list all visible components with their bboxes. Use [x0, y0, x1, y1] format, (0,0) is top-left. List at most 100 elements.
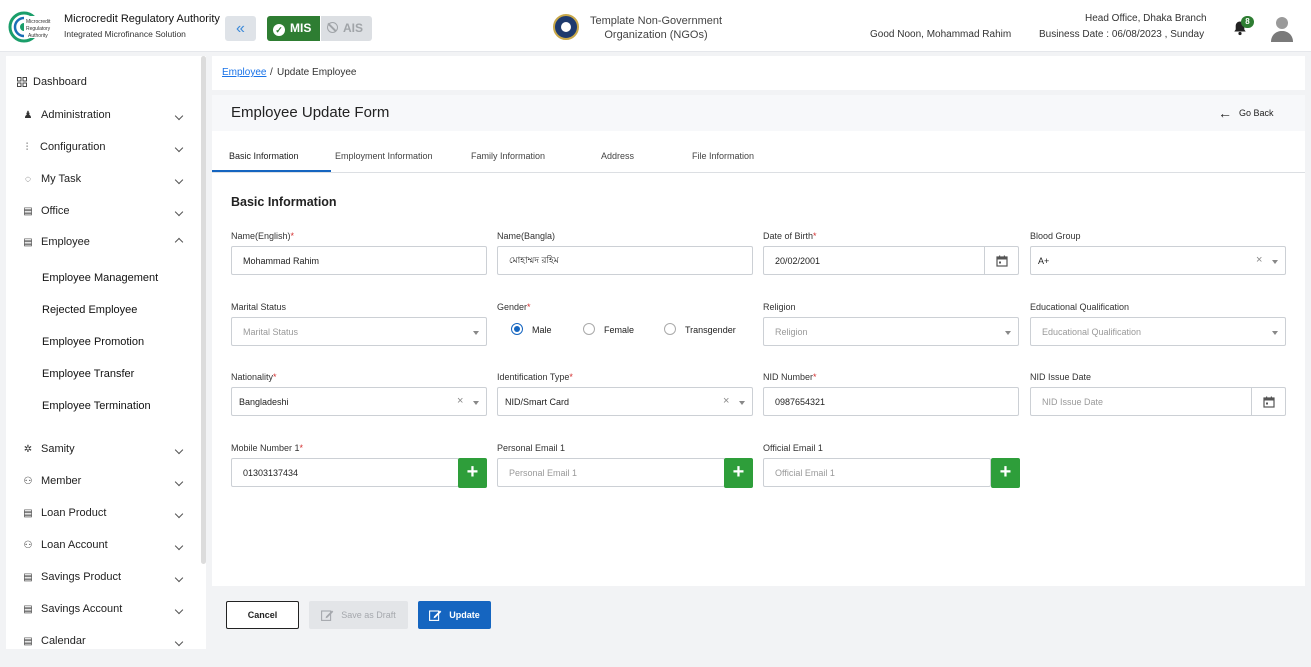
sidebar-item-office[interactable]: ▤ Office: [22, 205, 69, 217]
mobile-number-input[interactable]: 01303137434: [231, 458, 459, 487]
tab-address[interactable]: Address: [601, 151, 634, 161]
calendar-icon[interactable]: [984, 247, 1018, 274]
educational-qualification-select[interactable]: Educational Qualification: [1030, 317, 1286, 346]
active-tab-indicator: [212, 170, 331, 172]
notification-badge: 8: [1241, 16, 1254, 28]
mra-logo: Microcredit Regulatory Authority: [8, 11, 56, 43]
arrow-left-icon: ←: [1218, 105, 1232, 121]
breadcrumb-current: Update Employee: [277, 67, 357, 78]
sidebar-subitem-employee-termination[interactable]: Employee Termination: [42, 400, 151, 412]
member-icon: ⚇: [23, 475, 33, 487]
religion-label: Religion: [763, 302, 796, 312]
nationality-select[interactable]: Bangladeshi: [231, 387, 487, 416]
government-emblem: [553, 14, 579, 40]
sidebar-item-my-task[interactable]: ◌ My Task: [22, 173, 81, 185]
tab-family-information[interactable]: Family Information: [471, 151, 545, 161]
calendar-icon[interactable]: [1251, 388, 1285, 415]
collapse-sidebar-button[interactable]: «: [225, 16, 256, 41]
educational-qualification-label: Educational Qualification: [1030, 302, 1130, 312]
section-title: Basic Information: [231, 195, 337, 209]
save-as-draft-button[interactable]: Save as Draft: [309, 601, 408, 629]
dropdown-arrow-icon: [739, 401, 745, 405]
sliders-icon: ⫶: [25, 141, 29, 153]
edit-icon: [321, 610, 334, 621]
identification-type-select[interactable]: NID/Smart Card: [497, 387, 753, 416]
sidebar-item-administration[interactable]: ♟ Administration: [22, 109, 111, 121]
greeting-text: Good Noon, Mohammad Rahim: [870, 29, 1012, 40]
sidebar-item-loan-account[interactable]: ⚇ Loan Account: [22, 539, 108, 551]
sidebar-item-employee[interactable]: ▤ Employee: [22, 236, 90, 248]
name-english-input[interactable]: Mohammad Rahim: [231, 246, 487, 275]
add-personal-email-button[interactable]: +: [724, 458, 753, 488]
mobile-number-label: Mobile Number 1*: [231, 443, 304, 453]
sidebar-item-savings-account[interactable]: ▤ Savings Account: [22, 603, 122, 615]
gender-female-label: Female: [604, 325, 635, 335]
personal-email-label: Personal Email 1: [497, 443, 566, 453]
breadcrumb-employee-link[interactable]: Employee: [222, 67, 266, 78]
dropdown-arrow-icon: [473, 331, 479, 335]
gender-transgender-radio[interactable]: [664, 323, 676, 335]
sidebar-subitem-employee-management[interactable]: Employee Management: [42, 272, 158, 284]
sidebar-scrollbar[interactable]: [201, 56, 206, 564]
personal-email-input[interactable]: Personal Email 1: [497, 458, 725, 487]
sidebar-item-samity[interactable]: ✲ Samity: [22, 443, 75, 455]
clear-icon[interactable]: ×: [457, 395, 463, 407]
nid-issue-date-label: NID Issue Date: [1030, 372, 1092, 382]
loan-account-icon: ⚇: [23, 539, 33, 551]
sidebar-item-loan-product[interactable]: ▤ Loan Product: [22, 507, 106, 519]
cancel-button[interactable]: Cancel: [226, 601, 299, 629]
tab-file-information[interactable]: File Information: [692, 151, 754, 161]
user-avatar-icon[interactable]: [1270, 15, 1294, 42]
sidebar-item-dashboard[interactable]: Dashboard: [16, 76, 87, 88]
brand-subtitle: Integrated Microfinance Solution: [64, 29, 186, 39]
sidebar-item-savings-product[interactable]: ▤ Savings Product: [22, 571, 121, 583]
marital-status-select[interactable]: Marital Status: [231, 317, 487, 346]
religion-select[interactable]: Religion: [763, 317, 1019, 346]
sidebar-item-member[interactable]: ⚇ Member: [22, 475, 82, 487]
ban-icon: [327, 22, 338, 33]
official-email-label: Official Email 1: [763, 443, 823, 453]
page-title: Employee Update Form: [231, 104, 390, 121]
add-mobile-button[interactable]: +: [458, 458, 487, 488]
nid-number-input[interactable]: 0987654321: [763, 387, 1019, 416]
employee-icon: ▤: [23, 236, 33, 248]
marital-status-label: Marital Status: [231, 302, 287, 312]
nationality-label: Nationality*: [231, 372, 277, 382]
sidebar-item-configuration[interactable]: ⫶ Configuration: [21, 141, 106, 153]
gender-transgender-label: Transgender: [685, 325, 736, 335]
dropdown-arrow-icon: [1272, 331, 1278, 335]
clear-icon[interactable]: ×: [723, 395, 729, 407]
sidebar-item-calendar[interactable]: ▤ Calendar: [22, 635, 85, 647]
grid-icon: [16, 76, 28, 88]
sidebar-subitem-employee-transfer[interactable]: Employee Transfer: [42, 368, 134, 380]
name-bangla-input[interactable]: মোহাম্মদ রহিম: [497, 246, 753, 275]
blood-group-label: Blood Group: [1030, 231, 1081, 241]
dob-label: Date of Birth*: [763, 231, 817, 241]
update-button[interactable]: Update: [418, 601, 491, 629]
gender-male-radio[interactable]: [511, 323, 523, 335]
go-back-button[interactable]: ← Go Back: [1218, 105, 1274, 121]
nid-issue-date-input[interactable]: NID Issue Date: [1030, 387, 1286, 416]
sidebar-subitem-rejected-employee[interactable]: Rejected Employee: [42, 304, 137, 316]
tabs-divider: [212, 172, 1305, 173]
organization-name: Template Non-Government Organization (NGO…: [589, 15, 723, 41]
clear-icon[interactable]: ×: [1256, 254, 1262, 266]
official-email-input[interactable]: Official Email 1: [763, 458, 991, 487]
breadcrumb: [212, 56, 1305, 90]
savings-product-icon: ▤: [23, 571, 33, 583]
tab-basic-information[interactable]: Basic Information: [229, 151, 299, 161]
svg-text:Authority: Authority: [28, 33, 48, 39]
mis-toggle-button[interactable]: ✓ MIS: [267, 16, 320, 41]
gender-female-radio[interactable]: [583, 323, 595, 335]
sidebar-subitem-employee-promotion[interactable]: Employee Promotion: [42, 336, 144, 348]
office-icon: ▤: [23, 205, 33, 217]
dob-input[interactable]: 20/02/2001: [763, 246, 1019, 275]
add-official-email-button[interactable]: +: [991, 458, 1020, 488]
identification-type-label: Identification Type*: [497, 372, 573, 382]
ais-toggle-button[interactable]: AIS: [321, 16, 372, 41]
check-circle-icon: ✓: [273, 24, 285, 36]
tab-employment-information[interactable]: Employment Information: [335, 151, 433, 161]
nid-number-label: NID Number*: [763, 372, 817, 382]
savings-account-icon: ▤: [23, 603, 33, 615]
blood-group-select[interactable]: A+: [1030, 246, 1286, 275]
